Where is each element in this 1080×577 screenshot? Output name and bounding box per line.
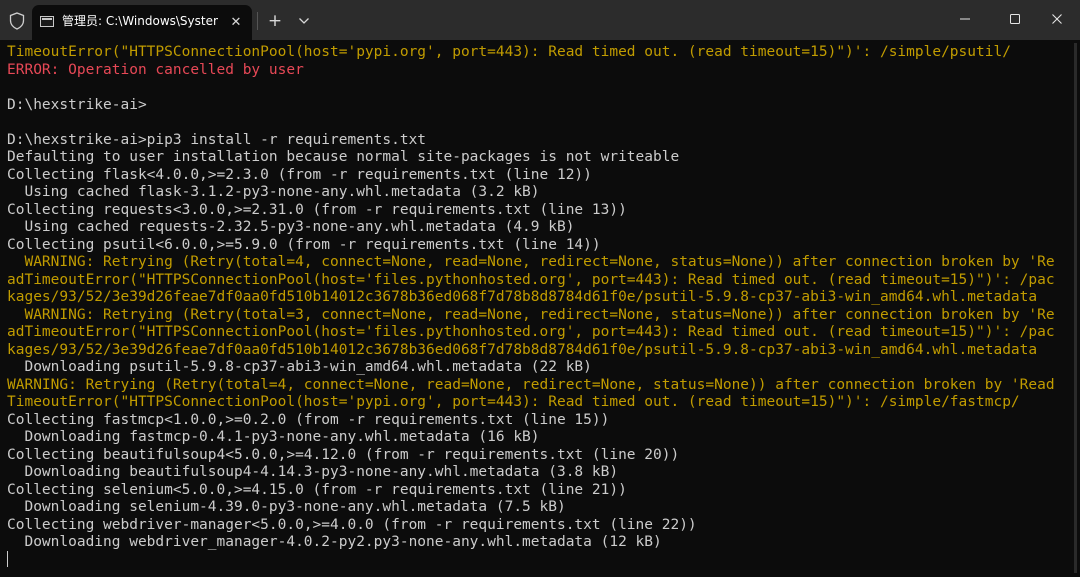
- window-close-icon[interactable]: [1034, 0, 1080, 38]
- chevron-down-icon[interactable]: [293, 10, 315, 32]
- close-icon[interactable]: ✕: [226, 12, 246, 32]
- plus-icon[interactable]: +: [264, 10, 286, 32]
- terminal-line: adTimeoutError("HTTPSConnectionPool(host…: [7, 271, 1055, 288]
- terminal-line: ERROR: Operation cancelled by user: [7, 61, 304, 78]
- terminal-line: TimeoutError("HTTPSConnectionPool(host='…: [7, 44, 1011, 60]
- minimize-icon[interactable]: [942, 0, 988, 38]
- terminal-line: Collecting webdriver-manager<5.0.0,>=4.0…: [7, 516, 697, 533]
- terminal-line: Downloading fastmcp-0.4.1-py3-none-any.w…: [7, 429, 540, 445]
- scrollbar[interactable]: [1074, 43, 1077, 573]
- terminal-line: WARNING: Retrying (Retry(total=4, connec…: [7, 376, 1055, 393]
- terminal-line: WARNING: Retrying (Retry(total=4, connec…: [7, 254, 1055, 270]
- terminal-line: Using cached flask-3.1.2-py3-none-any.wh…: [7, 184, 540, 200]
- terminal-window: 管理员: C:\Windows\System32 ✕ +: [0, 0, 1080, 577]
- terminal-line: TimeoutError("HTTPSConnectionPool(host='…: [7, 394, 1020, 410]
- terminal-line: Downloading selenium-4.39.0-py3-none-any…: [7, 499, 566, 515]
- terminal-text: TimeoutError("HTTPSConnectionPool(host='…: [7, 44, 1073, 552]
- title-bar[interactable]: 管理员: C:\Windows\System32 ✕ +: [0, 0, 1080, 40]
- terminal-line: Collecting fastmcp<1.0.0,>=0.2.0 (from -…: [7, 411, 610, 428]
- maximize-icon[interactable]: [992, 0, 1038, 38]
- tab-title: 管理员: C:\Windows\System32: [62, 14, 218, 28]
- terminal-line: adTimeoutError("HTTPSConnectionPool(host…: [7, 324, 1055, 340]
- text-cursor: [7, 551, 8, 567]
- terminal-line: Using cached requests-2.32.5-py3-none-an…: [7, 219, 575, 235]
- terminal-line: D:\hexstrike-ai>: [7, 96, 147, 113]
- terminal-line: Collecting flask<4.0.0,>=2.3.0 (from -r …: [7, 166, 592, 183]
- terminal-line: Downloading beautifulsoup4-4.14.3-py3-no…: [7, 464, 619, 480]
- shield-icon: [8, 12, 26, 30]
- terminal-output[interactable]: TimeoutError("HTTPSConnectionPool(host='…: [0, 40, 1080, 577]
- terminal-line: Collecting selenium<5.0.0,>=4.15.0 (from…: [7, 481, 627, 498]
- terminal-line: D:\hexstrike-ai>pip3 install -r requirem…: [7, 131, 427, 148]
- terminal-line: Downloading psutil-5.9.8-cp37-abi3-win_a…: [7, 359, 592, 375]
- terminal-line: Collecting beautifulsoup4<5.0.0,>=4.12.0…: [7, 446, 680, 463]
- terminal-line: Collecting psutil<6.0.0,>=5.9.0 (from -r…: [7, 236, 601, 253]
- tab-divider: [257, 12, 258, 30]
- terminal-line: Defaulting to user installation because …: [7, 149, 680, 165]
- terminal-line: kages/93/52/3e39d26feae7df0aa0fd510b1401…: [7, 341, 1038, 358]
- terminal-line: Collecting requests<3.0.0,>=2.31.0 (from…: [7, 201, 627, 218]
- terminal-icon: [40, 16, 54, 27]
- terminal-line: Downloading webdriver_manager-4.0.2-py2.…: [7, 534, 662, 550]
- tab-terminal[interactable]: 管理员: C:\Windows\System32 ✕: [32, 5, 252, 40]
- terminal-line: WARNING: Retrying (Retry(total=3, connec…: [7, 306, 1055, 323]
- terminal-line: kages/93/52/3e39d26feae7df0aa0fd510b1401…: [7, 289, 1038, 305]
